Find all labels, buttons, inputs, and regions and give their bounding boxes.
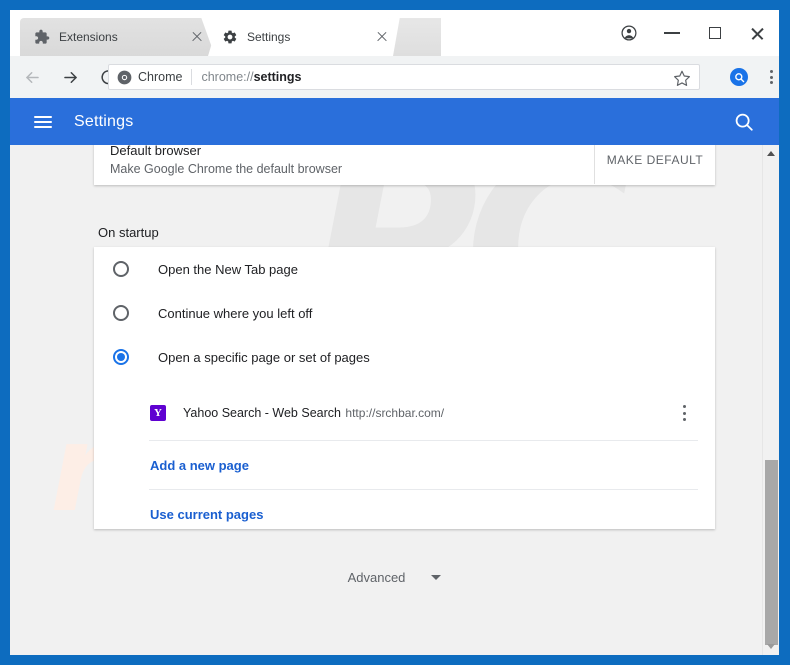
use-current-pages-link[interactable]: Use current pages [94, 490, 715, 538]
radio-option-specific-page[interactable]: Open a specific page or set of pages [94, 335, 715, 379]
scroll-up-arrow[interactable] [763, 145, 779, 162]
page-options-menu-icon[interactable] [675, 404, 693, 422]
tab-strip-filler [393, 18, 441, 56]
startup-page-row: Y Yahoo Search - Web Search http://srchb… [94, 387, 715, 439]
on-startup-card: Open the New Tab page Continue where you… [94, 247, 715, 529]
tab-extensions[interactable]: Extensions [20, 18, 215, 56]
search-icon[interactable] [733, 111, 755, 133]
use-current-pages-label: Use current pages [150, 506, 264, 522]
radio-button-selected[interactable] [113, 349, 129, 365]
search-extension-icon[interactable] [730, 68, 748, 86]
radio-label: Open a specific page or set of pages [158, 349, 370, 365]
startup-page-text: Yahoo Search - Web Search http://srchbar… [183, 404, 675, 422]
url-path: settings [253, 70, 302, 84]
radio-label: Open the New Tab page [158, 261, 298, 277]
startup-page-title: Yahoo Search - Web Search [183, 406, 341, 420]
close-icon[interactable] [374, 29, 390, 45]
puzzle-piece-icon [34, 29, 50, 45]
startup-page-url: http://srchbar.com/ [345, 406, 445, 420]
scroll-down-arrow[interactable] [763, 638, 779, 655]
close-icon[interactable] [189, 29, 205, 45]
back-arrow-icon[interactable] [16, 61, 48, 93]
gear-icon [222, 29, 238, 45]
site-badge-label: Chrome [138, 70, 183, 84]
hamburger-menu-icon[interactable] [34, 113, 52, 131]
default-browser-subtitle: Make Google Chrome the default browser [110, 162, 343, 176]
radio-button[interactable] [113, 261, 129, 277]
forward-arrow-icon[interactable] [54, 61, 86, 93]
radio-label: Continue where you left off [158, 305, 313, 321]
page-title: Settings [74, 112, 134, 130]
profile-icon[interactable] [607, 10, 650, 56]
radio-option-new-tab[interactable]: Open the New Tab page [94, 247, 715, 291]
default-browser-text: Default browser Make Google Chrome the d… [110, 145, 594, 178]
advanced-toggle[interactable]: Advanced [10, 570, 779, 585]
vertical-scrollbar[interactable] [762, 145, 779, 655]
chevron-down-icon [431, 575, 442, 580]
add-new-page-label: Add a new page [150, 457, 249, 473]
settings-content-area: PC risk.com Default browser Make Google … [10, 145, 779, 655]
close-button[interactable] [736, 10, 779, 56]
chrome-site-badge: Chrome [109, 70, 182, 85]
url-prefix: chrome:// [201, 70, 254, 84]
three-dot-menu-icon[interactable] [762, 68, 779, 86]
address-bar-url: chrome://settings [201, 70, 301, 84]
maximize-button[interactable] [693, 10, 736, 56]
browser-toolbar: Chrome chrome://settings [10, 56, 779, 98]
radio-option-continue[interactable]: Continue where you left off [94, 291, 715, 335]
minimize-button[interactable] [650, 10, 693, 56]
tab-title: Settings [247, 30, 291, 44]
tab-title: Extensions [59, 30, 118, 44]
address-bar[interactable]: Chrome chrome://settings [108, 64, 700, 90]
on-startup-section-label: On startup [98, 225, 159, 240]
default-browser-title: Default browser [110, 145, 202, 158]
default-browser-card: Default browser Make Google Chrome the d… [94, 145, 715, 185]
tab-settings[interactable]: Settings [208, 18, 400, 56]
make-default-button[interactable]: MAKE DEFAULT [595, 153, 715, 167]
tab-strip: Extensions Settings [10, 10, 779, 56]
browser-window-frame: Extensions Settings Chrome chrome://sett… [0, 0, 790, 665]
advanced-label: Advanced [347, 570, 406, 585]
star-icon[interactable] [673, 69, 691, 87]
add-new-page-link[interactable]: Add a new page [94, 441, 715, 489]
radio-button[interactable] [113, 305, 129, 321]
browser-window: Extensions Settings Chrome chrome://sett… [10, 10, 779, 655]
scroll-thumb[interactable] [765, 460, 778, 645]
omnibox-divider [191, 69, 193, 85]
settings-header-bar: Settings [10, 98, 779, 145]
window-caption-buttons [607, 10, 779, 56]
yahoo-favicon-icon: Y [150, 405, 166, 421]
